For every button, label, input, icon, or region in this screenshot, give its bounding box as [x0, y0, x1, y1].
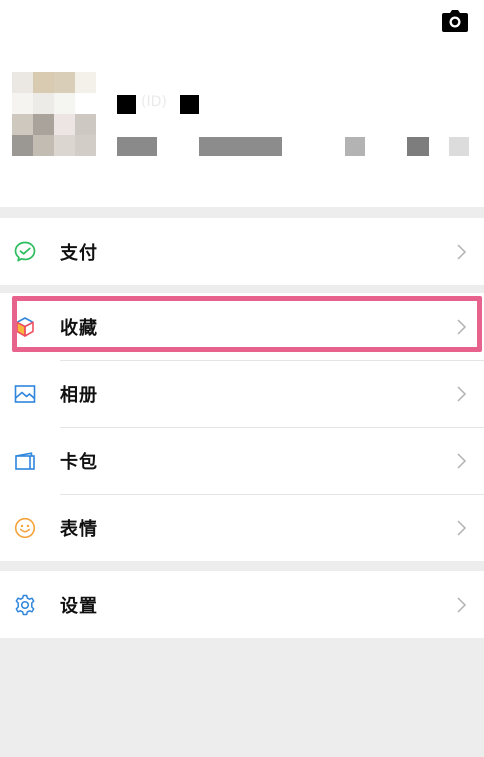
wechat-pay-icon [12, 239, 38, 265]
menu-item-label: 相册 [60, 384, 98, 406]
menu-item-pay[interactable]: 支付 [0, 218, 484, 285]
card-wallet-icon [12, 448, 38, 474]
menu-item-settings[interactable]: 设置 [0, 571, 484, 638]
menu-item-stickers[interactable]: 表情 [0, 494, 484, 561]
chevron-right-icon [454, 596, 468, 614]
favorites-cube-icon [12, 314, 38, 340]
menu-item-label: 卡包 [60, 451, 98, 473]
chevron-right-icon [454, 452, 468, 470]
chevron-right-icon [454, 243, 468, 261]
menu-item-label: 支付 [60, 242, 98, 264]
profile-header: (ID) [0, 0, 484, 207]
menu-group-main: 收藏 相册 卡包 表情 [0, 293, 484, 561]
menu-item-label: 收藏 [60, 317, 98, 339]
album-icon [12, 381, 38, 407]
avatar[interactable] [12, 72, 96, 156]
gear-icon [12, 592, 38, 618]
chevron-right-icon [454, 519, 468, 537]
menu-group-settings: 设置 [0, 571, 484, 638]
wechat-id-redacted [117, 137, 477, 157]
camera-icon[interactable] [442, 10, 468, 32]
redaction-block [117, 95, 136, 114]
redaction-block [180, 95, 199, 114]
menu-item-label: 设置 [60, 595, 98, 617]
menu-item-label: 表情 [60, 518, 98, 540]
chevron-right-icon [454, 318, 468, 336]
profile-name-ghost: (ID) [141, 94, 167, 110]
menu-item-favorites[interactable]: 收藏 [0, 293, 484, 360]
emoji-smile-icon [12, 515, 38, 541]
menu-item-cards[interactable]: 卡包 [0, 427, 484, 494]
menu-item-album[interactable]: 相册 [0, 360, 484, 427]
chevron-right-icon [454, 385, 468, 403]
menu-group-pay: 支付 [0, 218, 484, 285]
